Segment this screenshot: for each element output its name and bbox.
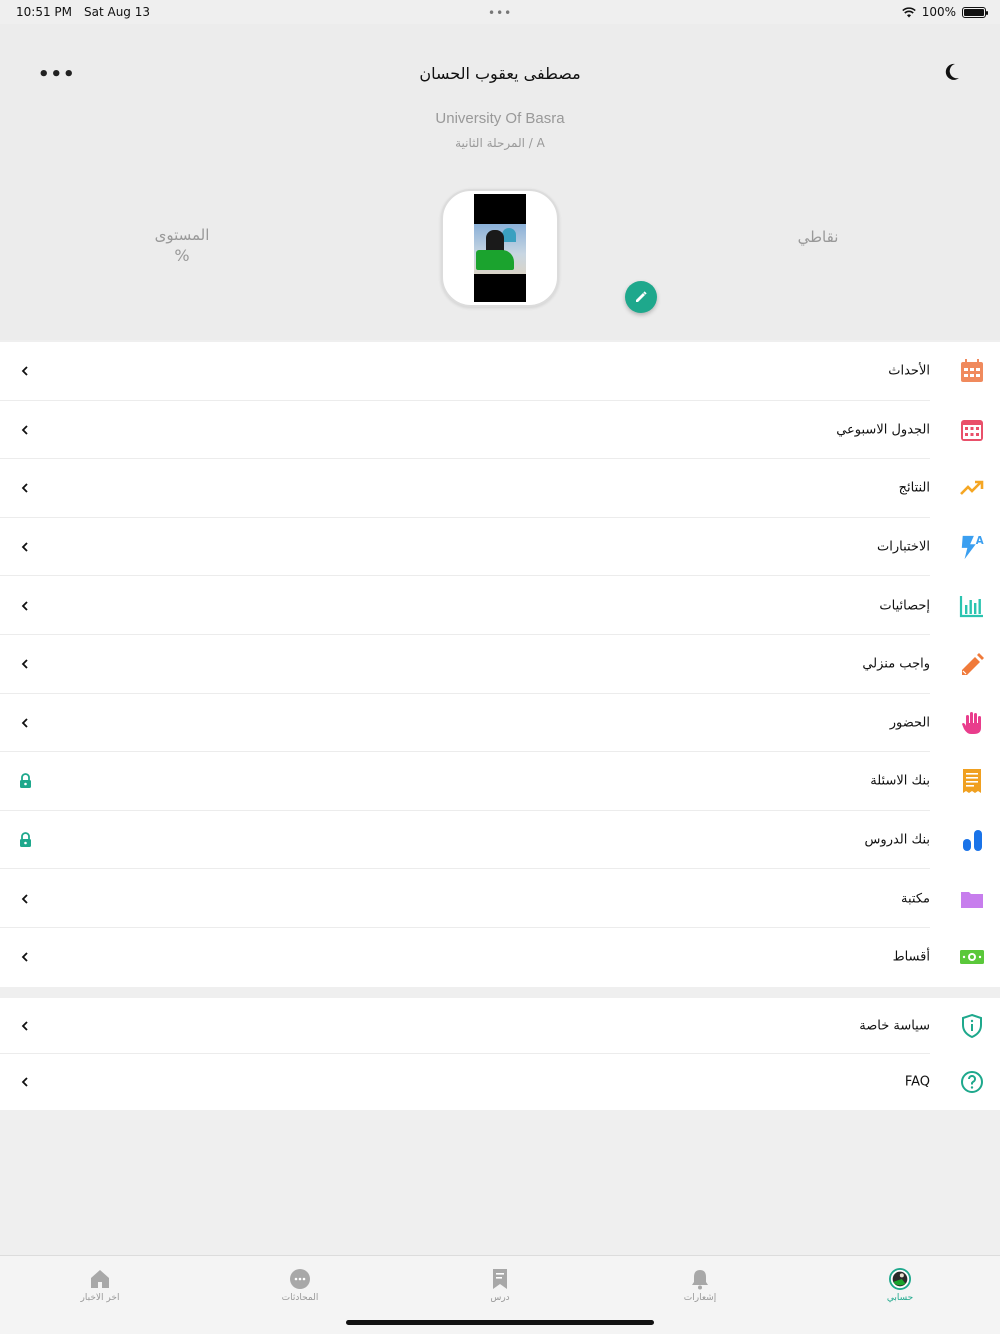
status-left: 10:51 PM Sat Aug 13: [16, 5, 150, 19]
menu-item-label: أقساط: [892, 949, 930, 965]
university-name: University Of Basra: [435, 110, 565, 127]
folder-icon: [959, 886, 985, 912]
chevron-left-icon: [18, 364, 32, 378]
menu-item-label: بنك الاسئلة: [870, 773, 930, 789]
menu-item-label: الأحداث: [888, 363, 930, 379]
chevron-left-icon: [18, 599, 32, 613]
profile-avatar-icon: [889, 1268, 911, 1290]
tab-label: حسابي: [886, 1293, 914, 1303]
shield-info-icon: [959, 1013, 985, 1039]
level-value: %: [174, 246, 190, 265]
hand-icon: [959, 710, 985, 736]
user-name: مصطفى يعقوب الحسان: [419, 64, 581, 83]
menu-item-label: إحصائيات: [879, 598, 930, 614]
points-label: نقاطي: [797, 228, 839, 246]
bell-icon: [689, 1268, 711, 1290]
menu-item-lesson-bank[interactable]: بنك الدروس: [0, 811, 1000, 870]
tab-chats[interactable]: المحادثات: [240, 1268, 360, 1303]
menu-item-installments[interactable]: أقساط: [0, 928, 1000, 987]
chat-icon: [289, 1268, 311, 1290]
tab-latest-news[interactable]: اخر الاخبار: [40, 1268, 160, 1303]
stage-class: المرحلة الثانية / A: [455, 136, 545, 150]
menu-item-label: بنك الدروس: [864, 832, 930, 848]
menu-item-privacy-policy[interactable]: سياسة خاصة: [0, 998, 1000, 1054]
menu-item-library[interactable]: مكتبة: [0, 869, 1000, 928]
profile-header: ••• مصطفى يعقوب الحسان University Of Bas…: [0, 24, 1000, 340]
menu-item-label: النتائج: [898, 480, 930, 496]
tab-label: المحادثات: [281, 1293, 319, 1303]
wifi-icon: [901, 6, 916, 17]
multitasking-dots[interactable]: •••: [488, 6, 512, 20]
menu-item-label: الجدول الاسبوعي: [836, 422, 930, 438]
menu-item-question-bank[interactable]: بنك الاسئلة: [0, 752, 1000, 811]
menu-item-events[interactable]: الأحداث: [0, 342, 1000, 401]
tab-my-account[interactable]: حسابي: [840, 1268, 960, 1303]
level-label: المستوى: [154, 226, 210, 244]
chevron-left-icon: [18, 1075, 32, 1089]
status-time: 10:51 PM: [16, 5, 72, 19]
menu-item-label: الاختبارات: [877, 539, 930, 555]
quiz-bolt-icon: A: [959, 534, 985, 560]
help-circle-icon: [959, 1069, 985, 1095]
menu-item-homework[interactable]: واجب منزلي: [0, 635, 1000, 694]
menu-item-weekly-schedule[interactable]: الجدول الاسبوعي: [0, 401, 1000, 460]
menu-item-label: الحضور: [889, 715, 930, 731]
avatar-photo: [474, 194, 526, 302]
status-date: Sat Aug 13: [84, 5, 151, 19]
status-bar: 10:51 PM Sat Aug 13 ••• 100%: [0, 0, 1000, 24]
menu-item-faq[interactable]: FAQ: [0, 1054, 1000, 1110]
tab-lesson[interactable]: درس: [440, 1268, 560, 1303]
menu-list: الأحداث الجدول الاسبوعي النتائج الاختبار…: [0, 342, 1000, 987]
bar-chart-icon: [959, 593, 985, 619]
battery-icon: [962, 6, 988, 18]
lock-icon: [18, 773, 32, 789]
level-stat: المستوى %: [132, 226, 232, 265]
trending-up-icon: [959, 475, 985, 501]
chevron-left-icon: [18, 716, 32, 730]
status-right: 100%: [901, 5, 988, 19]
svg-text:A: A: [976, 536, 984, 547]
money-icon: [959, 944, 985, 970]
pencil-icon: [959, 651, 985, 677]
tab-label: اخر الاخبار: [80, 1293, 120, 1303]
receipt-icon: [959, 768, 985, 794]
chevron-left-icon: [18, 540, 32, 554]
tab-label: إشعارات: [683, 1293, 717, 1303]
bookmark-icon: [489, 1268, 511, 1290]
menu-item-quizzes[interactable]: الاختبارات A: [0, 518, 1000, 577]
menu-list-secondary: سياسة خاصة FAQ: [0, 998, 1000, 1110]
bars-icon: [959, 827, 985, 853]
chevron-left-icon: [18, 892, 32, 906]
home-icon: [89, 1268, 111, 1290]
tab-label: درس: [490, 1293, 510, 1303]
chevron-left-icon: [18, 1019, 32, 1033]
menu-item-label: FAQ: [904, 1074, 930, 1090]
menu-item-label: مكتبة: [901, 891, 930, 907]
menu-item-statistics[interactable]: إحصائيات: [0, 576, 1000, 635]
calendar-grid-icon: [959, 417, 985, 443]
calendar-icon: [959, 358, 985, 384]
chevron-left-icon: [18, 423, 32, 437]
menu-item-results[interactable]: النتائج: [0, 459, 1000, 518]
menu-item-label: سياسة خاصة: [859, 1018, 930, 1034]
edit-pencil-icon: [636, 291, 647, 302]
battery-percent: 100%: [921, 5, 956, 19]
edit-avatar-button[interactable]: [625, 281, 657, 313]
chevron-left-icon: [18, 950, 32, 964]
chevron-left-icon: [18, 481, 32, 495]
home-indicator[interactable]: [346, 1320, 654, 1325]
menu-item-label: واجب منزلي: [862, 656, 930, 672]
menu-item-attendance[interactable]: الحضور: [0, 694, 1000, 753]
lock-icon: [18, 832, 32, 848]
avatar[interactable]: [441, 189, 559, 307]
tab-notifications[interactable]: إشعارات: [640, 1268, 760, 1303]
chevron-left-icon: [18, 657, 32, 671]
